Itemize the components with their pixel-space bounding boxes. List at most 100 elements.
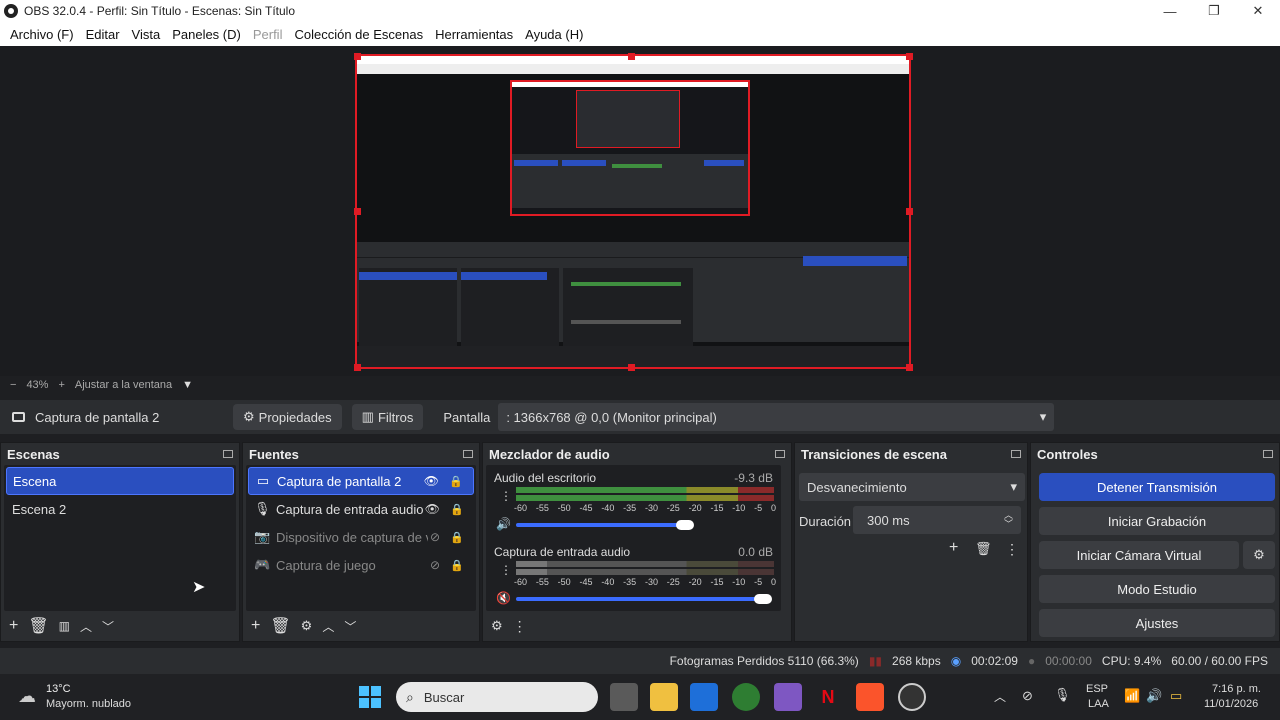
weather-icon[interactable]: ☁ xyxy=(18,686,36,707)
weather-temp[interactable]: 13°C xyxy=(46,683,71,695)
zoom-out-button[interactable]: − xyxy=(10,379,16,391)
eye-hidden-icon[interactable]: ⊘ xyxy=(430,530,440,544)
task-view-icon[interactable] xyxy=(610,683,638,711)
scene-item[interactable]: Escena xyxy=(6,467,234,495)
source-item[interactable]: 🎮 Captura de juego ⊘ 🔒 xyxy=(248,551,474,579)
speaker-muted-icon[interactable]: 🔇 xyxy=(496,591,511,605)
start-virtual-camera-button[interactable]: Iniciar Cámara Virtual xyxy=(1039,541,1239,569)
stop-stream-button[interactable]: Detener Transmisión xyxy=(1039,473,1275,501)
brave-icon[interactable] xyxy=(856,683,884,711)
speaker-icon[interactable]: 🔊 xyxy=(496,517,511,531)
preview-source-capture[interactable] xyxy=(355,54,911,369)
microphone-icon[interactable]: 🎙 xyxy=(1054,687,1071,703)
minimize-button[interactable]: — xyxy=(1148,0,1192,22)
source-item[interactable]: ▭ Captura de pantalla 2 👁 🔒 xyxy=(248,467,474,495)
menu-vista[interactable]: Vista xyxy=(126,27,167,42)
lock-icon[interactable]: 🔒 xyxy=(450,559,464,572)
trash-icon[interactable]: 🗑 xyxy=(975,541,992,557)
resize-handle-r[interactable] xyxy=(906,208,913,215)
undock-icon[interactable] xyxy=(775,450,785,458)
undock-icon[interactable] xyxy=(1263,450,1273,458)
volume-slider[interactable] xyxy=(516,523,686,527)
transition-select[interactable]: Desvanecimiento ▾ xyxy=(799,473,1025,501)
resize-handle-br[interactable] xyxy=(906,364,913,371)
start-recording-button[interactable]: Iniciar Grabación xyxy=(1039,507,1275,535)
add-icon[interactable]: + xyxy=(251,617,260,635)
menu-editar[interactable]: Editar xyxy=(80,27,126,42)
settings-button[interactable]: Ajustes xyxy=(1039,609,1275,637)
properties-button[interactable]: ⚙ Propiedades xyxy=(233,404,342,430)
resize-handle-t[interactable] xyxy=(628,53,635,60)
close-button[interactable]: ✕ xyxy=(1236,0,1280,22)
trash-icon[interactable]: 🗑 xyxy=(28,616,48,636)
wifi-icon[interactable]: 📶 xyxy=(1124,688,1140,704)
chevron-up-icon[interactable]: ︿ xyxy=(994,688,1006,705)
channel-menu-icon[interactable]: ⋮ xyxy=(500,563,512,577)
taskbar-search[interactable]: ⌕ Buscar xyxy=(396,682,598,712)
menu-perfil[interactable]: Perfil xyxy=(247,27,289,42)
lock-icon[interactable]: 🔒 xyxy=(449,475,463,488)
source-item[interactable]: 🎙 Captura de entrada audio 👁 🔒 xyxy=(248,495,474,523)
clock-time[interactable]: 7:16 p. m. xyxy=(1212,683,1261,695)
microsoft-store-icon[interactable] xyxy=(690,683,718,711)
windows-start-icon[interactable] xyxy=(356,683,384,711)
resize-handle-tr[interactable] xyxy=(906,53,913,60)
netflix-icon[interactable]: N xyxy=(814,683,842,711)
menu-coleccion-escenas[interactable]: Colección de Escenas xyxy=(288,27,429,42)
scene-item[interactable]: Escena 2 xyxy=(6,495,234,523)
filter-icon[interactable]: ▥ xyxy=(59,619,70,633)
resize-handle-tl[interactable] xyxy=(354,53,361,60)
eye-icon[interactable]: 👁 xyxy=(424,474,439,488)
zoom-in-button[interactable]: + xyxy=(58,379,64,391)
menu-archivo[interactable]: Archivo (F) xyxy=(4,27,80,42)
file-explorer-icon[interactable] xyxy=(650,683,678,711)
zoom-dropdown-icon[interactable]: ▼ xyxy=(182,379,193,391)
menu-herramientas[interactable]: Herramientas xyxy=(429,27,519,42)
copilot-icon[interactable] xyxy=(774,683,802,711)
clock-date[interactable]: 11/01/2026 xyxy=(1204,698,1258,710)
chrome-icon[interactable] xyxy=(732,683,760,711)
weather-desc[interactable]: Mayorm. nublado xyxy=(46,698,131,710)
battery-icon[interactable]: ▭ xyxy=(1170,688,1182,704)
move-up-icon[interactable]: ︿ xyxy=(322,618,334,635)
add-icon[interactable]: + xyxy=(9,617,18,635)
move-up-icon[interactable]: ︿ xyxy=(80,618,92,635)
menu-ayuda[interactable]: Ayuda (H) xyxy=(519,27,589,42)
add-transition-icon[interactable]: + xyxy=(949,539,958,557)
eye-icon[interactable]: 👁 xyxy=(425,502,440,516)
mixer-menu-icon[interactable]: ⋮ xyxy=(513,618,527,635)
resize-handle-bl[interactable] xyxy=(354,364,361,371)
lock-icon[interactable]: 🔒 xyxy=(450,503,464,516)
obs-taskbar-icon[interactable] xyxy=(898,683,926,711)
volume-slider-knob[interactable] xyxy=(754,594,772,604)
resize-handle-b[interactable] xyxy=(628,364,635,371)
source-item[interactable]: 📷 Dispositivo de captura de v ⊘ 🔒 xyxy=(248,523,474,551)
undock-icon[interactable] xyxy=(1011,450,1021,458)
volume-icon[interactable]: 🔊 xyxy=(1146,688,1162,704)
network-off-icon[interactable]: ⊘ xyxy=(1022,688,1033,704)
spinbox-arrows-icon[interactable]: ︿ ﹀ xyxy=(1004,511,1013,529)
gear-icon[interactable]: ⚙ xyxy=(301,618,313,634)
maximize-button[interactable]: ❐ xyxy=(1192,0,1236,22)
lang-secondary[interactable]: LAA xyxy=(1088,698,1109,710)
lock-icon[interactable]: 🔒 xyxy=(450,531,464,544)
virtual-camera-settings-button[interactable]: ⚙ xyxy=(1243,541,1275,569)
resize-handle-l[interactable] xyxy=(354,208,361,215)
eye-hidden-icon[interactable]: ⊘ xyxy=(430,558,440,572)
display-select[interactable]: : 1366x768 @ 0,0 (Monitor principal) ▾ xyxy=(498,403,1055,431)
trash-icon[interactable]: 🗑 xyxy=(270,616,290,636)
fit-to-window-label[interactable]: Ajustar a la ventana xyxy=(75,379,172,391)
advanced-audio-icon[interactable]: ⚙ xyxy=(491,618,503,634)
channel-menu-icon[interactable]: ⋮ xyxy=(500,489,512,503)
undock-icon[interactable] xyxy=(463,450,473,458)
move-down-icon[interactable]: ﹀ xyxy=(344,618,356,635)
undock-icon[interactable] xyxy=(223,450,233,458)
volume-slider-knob[interactable] xyxy=(676,520,694,530)
volume-slider[interactable] xyxy=(516,597,766,601)
move-down-icon[interactable]: ﹀ xyxy=(102,618,114,635)
transition-menu-icon[interactable]: ⋮ xyxy=(1005,541,1019,558)
filters-button[interactable]: ▥ Filtros xyxy=(351,404,424,430)
lang-primary[interactable]: ESP xyxy=(1086,683,1108,695)
menu-paneles[interactable]: Paneles (D) xyxy=(166,27,247,42)
studio-mode-button[interactable]: Modo Estudio xyxy=(1039,575,1275,603)
